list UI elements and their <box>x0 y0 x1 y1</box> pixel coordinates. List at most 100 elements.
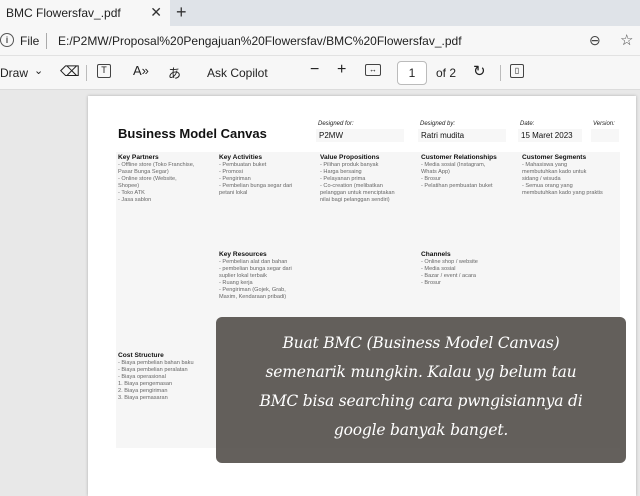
toolbar-divider <box>500 65 501 81</box>
info-icon[interactable]: i <box>0 33 14 47</box>
caption-line: Buat BMC (Business Model Canvas) <box>282 334 560 352</box>
block-line: - Pengiriman (Gojek, Grab, <box>219 287 286 293</box>
block-line: nilai bagi pelanggan sendiri) <box>320 197 390 203</box>
block-line: 3. Biaya pemasaran <box>118 395 168 401</box>
block-line: 1. Biaya pengemasan <box>118 381 173 387</box>
block-line: - Pembuatan buket <box>219 162 267 168</box>
caption-line: semenarik mungkin. Kalau yg belum tau <box>265 363 577 381</box>
customer-segments-block: Customer Segments - Mahasiswa yang membu… <box>522 154 626 197</box>
block-line: - Pembelian alat dan bahan <box>219 259 288 265</box>
close-icon[interactable]: ✕ <box>150 4 162 21</box>
caption-overlay: Buat BMC (Business Model Canvas) semenar… <box>216 317 626 463</box>
text-box-icon[interactable]: T <box>97 64 111 78</box>
block-line: - Toko ATK <box>118 190 145 196</box>
designed-for-value: P2MW <box>316 129 404 142</box>
block-line: - Semua orang yang <box>522 183 573 189</box>
block-line: - Media sosial (Instagram, <box>421 162 486 168</box>
favorite-star-icon[interactable]: ☆ <box>620 31 633 49</box>
block-line: - Biaya operasional <box>118 374 166 380</box>
block-title: Channels <box>421 251 451 258</box>
block-line: - Pelatihan pembuatan buket <box>421 183 493 189</box>
block-line: - Harga bersaing <box>320 169 362 175</box>
block-line: Pasar Bunga Segar) <box>118 169 169 175</box>
address-divider <box>46 33 47 49</box>
block-line: - Co-creation (melibatkan <box>320 183 383 189</box>
tab-strip: BMC Flowersfav_.pdf ✕ + <box>0 0 640 26</box>
address-bar: i File E:/P2MW/Proposal%20Pengajuan%20Fl… <box>0 26 640 56</box>
block-title: Key Activities <box>219 154 263 161</box>
block-line: - Pelayanan prima <box>320 176 366 182</box>
block-title: Value Propositions <box>320 154 380 161</box>
key-activities-block: Key Activities - Pembuatan buket - Promo… <box>219 154 317 197</box>
block-line: suplier lokal terbaik <box>219 273 267 279</box>
fit-width-icon[interactable]: ↔ <box>365 64 381 76</box>
key-partners-block: Key Partners - Offline store (Toko Franc… <box>118 154 216 204</box>
eraser-icon[interactable]: ⌫ <box>60 63 80 80</box>
block-title: Key Partners <box>118 154 159 161</box>
block-line: - Media sosial <box>421 266 456 272</box>
rotate-icon[interactable]: ↻ <box>473 62 486 80</box>
customer-relationships-block: Customer Relationships - Media sosial (I… <box>421 154 519 190</box>
read-aloud-icon[interactable]: A» <box>133 63 149 78</box>
block-line: - Pengiriman <box>219 176 251 182</box>
block-line: - Mahasiswa yang <box>522 162 568 168</box>
block-line: - Pilihan produk banyak <box>320 162 379 168</box>
toolbar-divider <box>86 65 87 81</box>
block-line: pelanggan untuk menciptakan <box>320 190 395 196</box>
block-line: Whats App) <box>421 169 450 175</box>
block-line: - Offline store (Toko Franchise, <box>118 162 195 168</box>
version-label: Version: <box>593 121 615 127</box>
page-number-input[interactable]: 1 <box>397 61 427 85</box>
zoom-out-icon[interactable]: − <box>310 61 319 79</box>
block-line: Maxim, Kendaraan pribadi) <box>219 294 287 300</box>
block-line: - Ruang kerja <box>219 280 253 286</box>
ask-copilot-button[interactable]: Ask Copilot <box>207 66 268 80</box>
block-title: Customer Relationships <box>421 154 497 161</box>
block-line: - Pembelian bunga segar dari <box>219 183 293 189</box>
block-line: - Brosur <box>421 176 441 182</box>
block-line: membutuhkan kado untuk <box>522 169 587 175</box>
block-title: Key Resources <box>219 251 267 258</box>
url-field[interactable]: E:/P2MW/Proposal%20Pengajuan%20Flowersfa… <box>58 34 462 48</box>
block-line: - Promosi <box>219 169 243 175</box>
block-line: sidang / wisuda <box>522 176 561 182</box>
zoom-icon[interactable]: ⊖ <box>589 32 601 49</box>
block-line: petani lokal <box>219 190 248 196</box>
date-label: Date: <box>520 121 535 127</box>
block-line: - Biaya pembelian peralatan <box>118 367 188 373</box>
designed-for-label: Designed for: <box>318 121 354 127</box>
channels-block: Channels - Online shop / website - Media… <box>421 251 519 287</box>
block-line: - Online store (Website, <box>118 176 177 182</box>
tab-bmc-pdf[interactable]: BMC Flowersfav_.pdf ✕ <box>0 0 170 26</box>
block-line: Shopee) <box>118 183 140 189</box>
chevron-down-icon[interactable]: ⌄ <box>34 64 43 77</box>
block-line: 2. Biaya pengiriman <box>118 388 168 394</box>
tab-title: BMC Flowersfav_.pdf <box>6 6 121 20</box>
designed-by-value: Ratri mudita <box>418 129 506 142</box>
page-title: Business Model Canvas <box>118 126 267 141</box>
version-value <box>591 129 619 142</box>
cost-structure-block: Cost Structure - Biaya pembelian bahan b… <box>118 352 228 402</box>
date-value: 15 Maret 2023 <box>518 129 582 142</box>
pdf-toolbar: Draw ⌄ ⌫ T A» あ Ask Copilot − + ↔ 1 of 2… <box>0 56 640 90</box>
zoom-in-icon[interactable]: + <box>337 61 346 79</box>
block-title: Customer Segments <box>522 154 587 161</box>
block-line: - pembelian bunga segar dari <box>219 266 292 272</box>
block-title: Cost Structure <box>118 352 164 359</box>
block-line: - Brosur <box>421 280 441 286</box>
block-line: - Biaya pembelian bahan baku <box>118 360 194 366</box>
designed-by-label: Designed by: <box>420 121 456 127</box>
page-count-label: of 2 <box>436 66 457 80</box>
block-line: - Jasa sablon <box>118 197 152 203</box>
address-scheme-label: File <box>20 34 40 48</box>
value-propositions-block: Value Propositions - Pilihan produk bany… <box>320 154 418 204</box>
new-tab-icon[interactable]: + <box>176 2 187 23</box>
block-line: membutuhkan kado yang praktis <box>522 190 603 196</box>
page-view-icon[interactable]: ▯ <box>510 64 524 78</box>
caption-line: google banyak banget. <box>333 421 509 439</box>
translate-icon[interactable]: あ <box>168 63 181 82</box>
caption-line: BMC bisa searching cara pwngisiannya di <box>259 392 583 410</box>
draw-button[interactable]: Draw <box>0 66 28 80</box>
block-line: - Online shop / website <box>421 259 478 265</box>
block-line: - Bazar / event / acara <box>421 273 477 279</box>
